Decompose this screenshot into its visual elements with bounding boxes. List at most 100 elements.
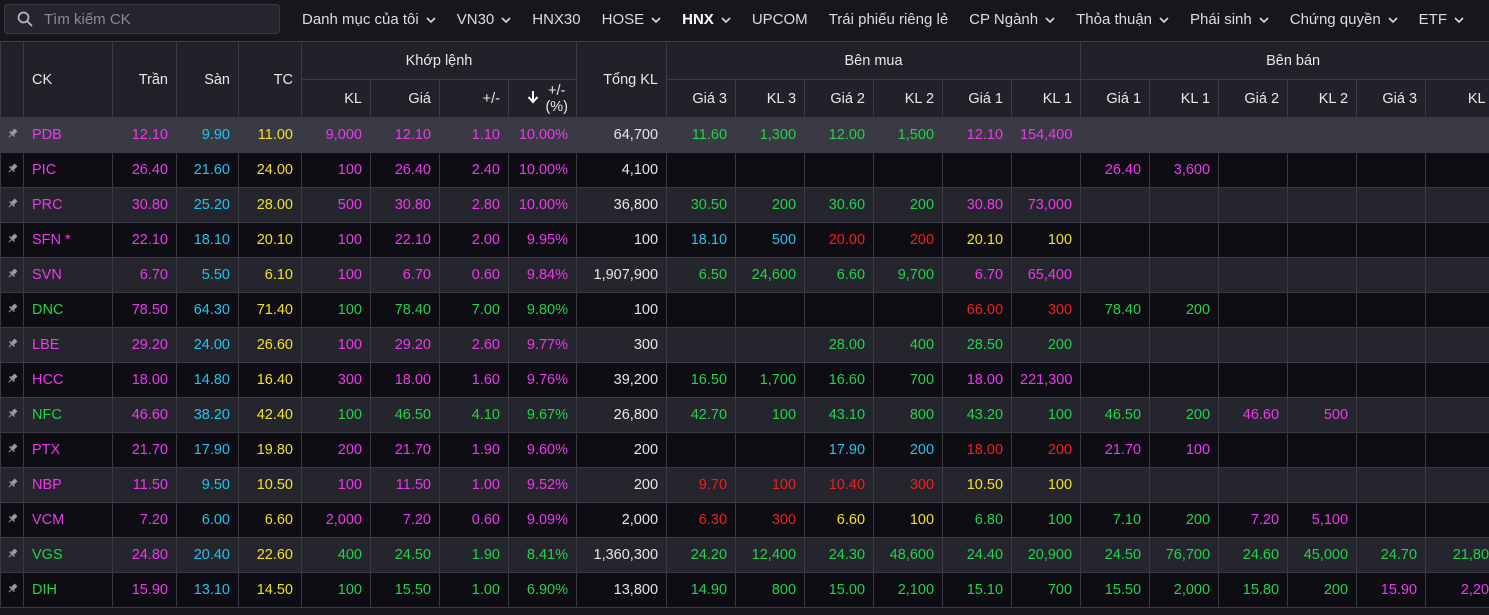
pin-icon[interactable]	[7, 547, 18, 563]
bid-price-1-cell[interactable]: 15.10	[942, 572, 1013, 608]
tab-vn30[interactable]: VN30	[457, 11, 512, 28]
ask-price-3-cell[interactable]	[1356, 502, 1427, 538]
tab-ph-i-sinh[interactable]: Phái sinh	[1190, 11, 1269, 28]
ask-vol-3-cell[interactable]	[1425, 292, 1489, 328]
ask-vol-2-cell[interactable]	[1287, 467, 1358, 503]
table-row[interactable]: VCM 7.20 6.00 6.60 2,000 7.20 0.60 9.09% 2,000 6.…	[0, 502, 1489, 538]
pin-cell[interactable]	[0, 327, 24, 363]
ask-vol-3-cell[interactable]	[1425, 327, 1489, 363]
header-reference[interactable]: TC	[238, 41, 302, 118]
symbol-cell[interactable]: NFC	[23, 397, 113, 433]
bid-price-1-cell[interactable]: 43.20	[942, 397, 1013, 433]
pin-cell[interactable]	[0, 187, 24, 223]
symbol-cell[interactable]: NBP	[23, 467, 113, 503]
header-bid-price-2[interactable]: Giá 2	[804, 79, 875, 118]
table-row[interactable]: DIH 15.90 13.10 14.50 100 15.50 1.00 6.90% 13,80…	[0, 572, 1489, 608]
bid-vol-3-cell[interactable]	[735, 152, 806, 188]
bid-vol-3-cell[interactable]: 1,300	[735, 117, 806, 153]
ask-vol-3-cell[interactable]	[1425, 117, 1489, 153]
ask-vol-1-cell[interactable]	[1149, 117, 1220, 153]
bid-vol-1-cell[interactable]: 100	[1011, 397, 1082, 433]
ask-price-2-cell[interactable]	[1218, 222, 1289, 258]
ask-price-3-cell[interactable]: 15.90	[1356, 572, 1427, 608]
ask-price-1-cell[interactable]	[1080, 362, 1151, 398]
ask-price-3-cell[interactable]: 24.70	[1356, 537, 1427, 573]
pin-icon[interactable]	[7, 302, 18, 318]
tab-danh-m-c-c-a-t-i[interactable]: Danh mục của tôi	[302, 11, 436, 28]
table-row[interactable]: PTX 21.70 17.90 19.80 200 21.70 1.90 9.60% 200 17…	[0, 432, 1489, 468]
ask-vol-2-cell[interactable]	[1287, 327, 1358, 363]
ask-price-1-cell[interactable]	[1080, 327, 1151, 363]
ask-vol-2-cell[interactable]	[1287, 117, 1358, 153]
bid-vol-2-cell[interactable]: 48,600	[873, 537, 944, 573]
tab-th-a-thu-n[interactable]: Thỏa thuận	[1076, 11, 1169, 28]
header-ceiling[interactable]: Trần	[112, 41, 177, 118]
bid-vol-2-cell[interactable]: 400	[873, 327, 944, 363]
ask-price-3-cell[interactable]	[1356, 432, 1427, 468]
bid-price-3-cell[interactable]: 14.90	[666, 572, 737, 608]
bid-price-2-cell[interactable]: 43.10	[804, 397, 875, 433]
symbol-cell[interactable]: DIH	[23, 572, 113, 608]
ask-price-1-cell[interactable]	[1080, 257, 1151, 293]
ask-price-2-cell[interactable]	[1218, 187, 1289, 223]
symbol-cell[interactable]: VCM	[23, 502, 113, 538]
ask-price-3-cell[interactable]	[1356, 362, 1427, 398]
bid-vol-3-cell[interactable]: 500	[735, 222, 806, 258]
bid-vol-3-cell[interactable]: 800	[735, 572, 806, 608]
symbol-cell[interactable]: SVN	[23, 257, 113, 293]
header-matched-volume[interactable]: KL	[301, 79, 371, 118]
pin-icon[interactable]	[7, 512, 18, 528]
header-ask-price-3[interactable]: Giá 3	[1356, 79, 1427, 118]
pin-icon[interactable]	[7, 232, 18, 248]
ask-price-2-cell[interactable]	[1218, 257, 1289, 293]
ask-vol-2-cell[interactable]: 500	[1287, 397, 1358, 433]
header-ask-vol-3[interactable]: KL 3	[1425, 79, 1489, 118]
table-row[interactable]: SFN * 22.10 18.10 20.10 100 22.10 2.00 9.95% 100…	[0, 222, 1489, 258]
ask-vol-3-cell[interactable]	[1425, 362, 1489, 398]
ask-vol-1-cell[interactable]	[1149, 187, 1220, 223]
bid-price-1-cell[interactable]: 10.50	[942, 467, 1013, 503]
bid-price-2-cell[interactable]: 30.60	[804, 187, 875, 223]
pin-icon[interactable]	[7, 127, 18, 143]
ask-price-2-cell[interactable]	[1218, 292, 1289, 328]
tab-hnx30[interactable]: HNX30	[532, 11, 580, 28]
bid-price-3-cell[interactable]: 11.60	[666, 117, 737, 153]
ask-vol-1-cell[interactable]: 3,600	[1149, 152, 1220, 188]
search-box[interactable]	[4, 4, 280, 34]
symbol-cell[interactable]: HCC	[23, 362, 113, 398]
ask-price-1-cell[interactable]	[1080, 117, 1151, 153]
bid-price-2-cell[interactable]: 6.60	[804, 502, 875, 538]
bid-price-2-cell[interactable]: 20.00	[804, 222, 875, 258]
bid-vol-2-cell[interactable]: 200	[873, 187, 944, 223]
bid-vol-3-cell[interactable]	[735, 432, 806, 468]
ask-price-1-cell[interactable]	[1080, 222, 1151, 258]
bid-vol-2-cell[interactable]: 1,500	[873, 117, 944, 153]
floor-price-cell[interactable]: 14.80	[176, 362, 239, 398]
floor-price-cell[interactable]: 25.20	[176, 187, 239, 223]
bid-vol-2-cell[interactable]: 2,100	[873, 572, 944, 608]
ask-vol-1-cell[interactable]: 200	[1149, 502, 1220, 538]
symbol-cell[interactable]: LBE	[23, 327, 113, 363]
bid-price-3-cell[interactable]	[666, 152, 737, 188]
bid-price-3-cell[interactable]: 6.50	[666, 257, 737, 293]
ask-vol-2-cell[interactable]	[1287, 222, 1358, 258]
bid-price-3-cell[interactable]	[666, 292, 737, 328]
pin-cell[interactable]	[0, 152, 24, 188]
bid-vol-3-cell[interactable]: 100	[735, 467, 806, 503]
ask-vol-2-cell[interactable]	[1287, 292, 1358, 328]
ask-price-3-cell[interactable]	[1356, 187, 1427, 223]
bid-price-2-cell[interactable]: 24.30	[804, 537, 875, 573]
pin-icon[interactable]	[7, 372, 18, 388]
ask-vol-2-cell[interactable]: 45,000	[1287, 537, 1358, 573]
bid-price-3-cell[interactable]	[666, 327, 737, 363]
ask-vol-3-cell[interactable]	[1425, 502, 1489, 538]
ask-vol-1-cell[interactable]: 200	[1149, 292, 1220, 328]
ask-vol-3-cell[interactable]	[1425, 187, 1489, 223]
bid-vol-2-cell[interactable]: 200	[873, 432, 944, 468]
table-row[interactable]: LBE 29.20 24.00 26.60 100 29.20 2.60 9.77% 300 28…	[0, 327, 1489, 363]
search-input[interactable]	[42, 9, 266, 29]
ask-vol-2-cell[interactable]	[1287, 362, 1358, 398]
bid-vol-3-cell[interactable]: 1,700	[735, 362, 806, 398]
bid-price-2-cell[interactable]: 10.40	[804, 467, 875, 503]
bid-price-1-cell[interactable]: 18.00	[942, 362, 1013, 398]
